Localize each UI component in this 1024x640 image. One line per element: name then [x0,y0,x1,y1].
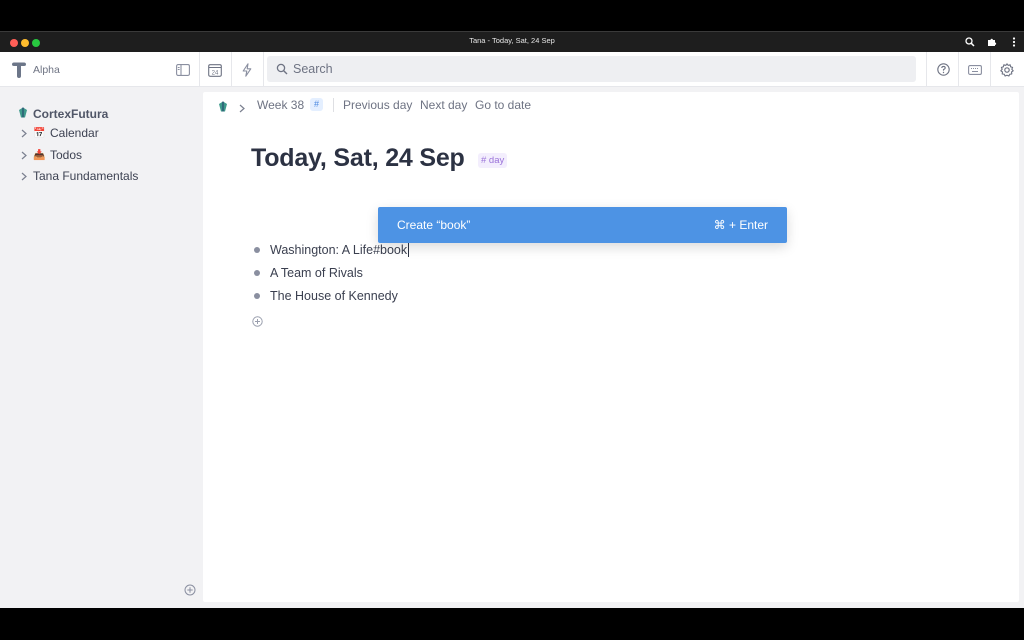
toolbar-divider [263,52,264,87]
workspace-label: CortexFutura [33,107,109,121]
sidebar-item-tana-fundamentals[interactable]: Tana Fundamentals [19,169,138,183]
sidebar: CortexFutura 📅 Calendar 📥 Todos Tana Fun… [0,87,202,608]
lightning-icon[interactable] [231,52,263,87]
create-tag-label: Create “book” [397,218,471,232]
main-panel: Week 38 # Previous day Next day Go to da… [203,92,1019,602]
chevron-right-icon[interactable] [19,129,28,138]
calendar-emoji-icon: 📅 [33,127,46,139]
text-caret [408,243,410,257]
node-item[interactable]: A Team of Rivals [254,266,363,280]
keyboard-shortcut-hint: ⌘ + Enter [713,218,768,232]
node-text[interactable]: A Team of Rivals [270,266,363,280]
node-item[interactable]: The House of Kennedy [254,289,398,303]
create-tag-suggestion[interactable]: Create “book” ⌘ + Enter [378,207,787,243]
window-titlebar: Tana - Today, Sat, 24 Sep [0,31,1024,52]
sidebar-workspace[interactable]: CortexFutura [18,105,108,123]
sidebar-item-todos[interactable]: 📥 Todos [19,148,82,162]
top-bar: Alpha 24 Search [0,52,1024,87]
node-bullet[interactable] [254,270,260,276]
breadcrumb-week[interactable]: Week 38 [257,98,304,112]
keyboard-icon[interactable] [959,52,991,87]
sidebar-item-label: Todos [50,148,83,162]
inbox-emoji-icon: 📥 [33,149,46,161]
tana-app: Alpha 24 Search CortexFutura 📅 Calendar … [0,52,1024,608]
previous-day-link[interactable]: Previous day [343,98,412,112]
sidebar-toggle-icon[interactable] [167,52,199,87]
day-tag-chip[interactable]: # day [478,153,508,168]
calendar-icon[interactable]: 24 [199,52,231,87]
settings-icon[interactable] [991,52,1023,87]
add-sidebar-item-icon[interactable] [184,583,196,596]
add-node-icon[interactable] [252,314,263,327]
workspace-name[interactable]: Alpha [33,64,60,76]
breadcrumb-divider [333,98,334,112]
next-day-link[interactable]: Next day [420,98,467,112]
help-icon[interactable] [927,52,959,87]
workspace-icon [18,105,28,123]
zoom-icon[interactable] [964,35,976,49]
search-input[interactable]: Search [267,56,916,82]
node-item[interactable]: Washington: A Life#book [254,243,410,257]
chevron-right-icon [239,100,245,118]
sidebar-item-calendar[interactable]: 📅 Calendar [19,126,99,140]
go-to-date-link[interactable]: Go to date [475,98,531,112]
chevron-right-icon[interactable] [19,172,28,181]
node-bullet[interactable] [254,293,260,299]
week-tag-chip[interactable]: # [310,98,323,111]
chevron-right-icon[interactable] [19,151,28,160]
workspace-breadcrumb-icon[interactable] [218,99,228,112]
tana-logo[interactable] [11,61,27,79]
node-bullet[interactable] [254,247,260,253]
screen-border [0,608,1024,640]
calendar-day-number: 24 [212,70,219,76]
node-text[interactable]: Washington: A Life#book [270,243,407,257]
page-title[interactable]: Today, Sat, 24 Sep [251,144,465,173]
window-title: Tana - Today, Sat, 24 Sep [469,36,555,45]
node-text[interactable]: The House of Kennedy [270,289,398,303]
sidebar-item-label: Calendar [50,126,99,140]
search-placeholder: Search [293,62,333,76]
search-icon [276,62,288,80]
sidebar-item-label: Tana Fundamentals [33,169,139,183]
extension-icon[interactable] [986,35,998,49]
kebab-menu-icon[interactable] [1008,35,1020,49]
